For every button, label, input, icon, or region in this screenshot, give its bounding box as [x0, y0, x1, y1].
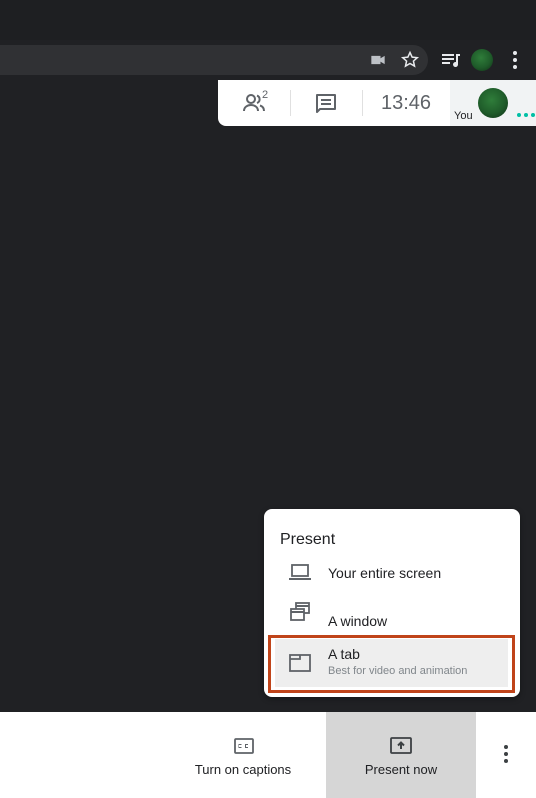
media-queue-icon[interactable]	[439, 48, 463, 72]
meeting-controls-bar: Turn on captions Present now	[0, 712, 536, 798]
captions-button[interactable]: Turn on captions	[180, 712, 306, 798]
meeting-clock: 13:46	[381, 92, 432, 114]
selection-highlight	[268, 635, 515, 693]
profile-avatar[interactable]	[471, 49, 493, 71]
present-menu-title: Present	[280, 531, 336, 548]
tab-strip	[0, 0, 536, 40]
address-bar[interactable]	[0, 45, 428, 75]
present-entire-screen-option[interactable]: Your entire screen	[264, 552, 520, 592]
chat-icon[interactable]	[314, 92, 338, 116]
speaking-indicator-icon	[517, 113, 535, 117]
meeting-info-panel: 2 13:46 You	[218, 80, 536, 126]
present-window-option[interactable]: A window	[264, 592, 520, 632]
divider	[362, 90, 363, 116]
self-view-tile[interactable]: You	[450, 80, 536, 126]
self-avatar	[478, 88, 508, 118]
window-label: A window	[328, 613, 388, 629]
participant-count: 2	[262, 89, 269, 101]
kebab-menu-icon[interactable]	[503, 48, 527, 72]
laptop-icon	[289, 564, 311, 580]
present-now-button[interactable]: Present now	[326, 712, 476, 798]
star-icon[interactable]	[400, 50, 420, 70]
window-icon	[290, 602, 310, 621]
browser-toolbar	[0, 0, 536, 80]
closed-captions-icon	[234, 738, 254, 754]
divider	[290, 90, 291, 116]
camera-icon[interactable]	[368, 50, 388, 70]
present-screen-icon	[390, 737, 412, 754]
self-label: You	[454, 110, 473, 122]
present-now-label: Present now	[364, 762, 438, 777]
more-options-icon[interactable]	[494, 742, 518, 766]
entire-screen-label: Your entire screen	[328, 565, 442, 581]
captions-label: Turn on captions	[194, 762, 292, 777]
